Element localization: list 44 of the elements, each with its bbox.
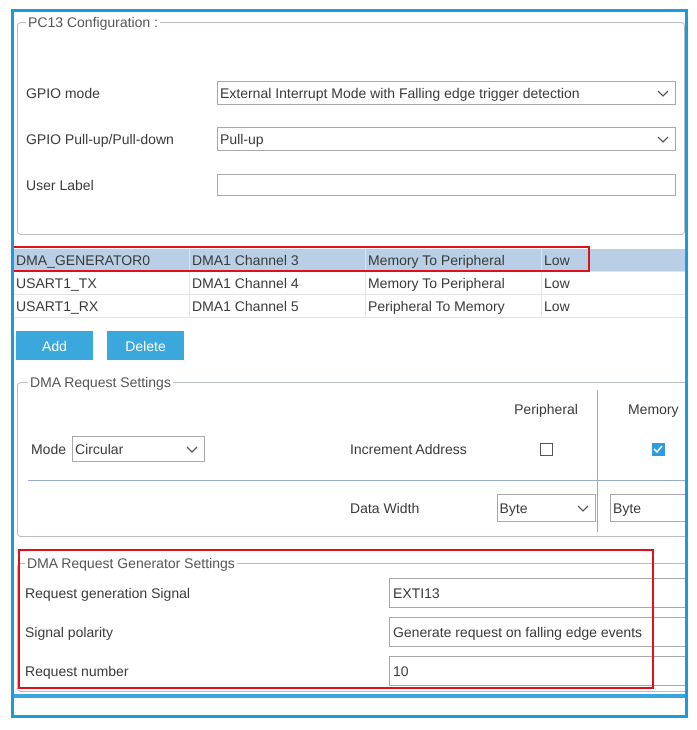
field-label: Request generation Signal — [25, 584, 192, 600]
field-label: Request number — [25, 662, 130, 678]
field-label: Signal polarity — [25, 624, 114, 640]
dropdown[interactable]: Byte — [496, 494, 596, 522]
input-field[interactable]: EXTI13 — [389, 578, 685, 608]
table-row[interactable]: USART1_TX DMA1 Channel 4 Memory To Peripheral Low — [14, 272, 685, 295]
table-cell-text: Low — [543, 297, 571, 316]
table-cell: DMA1 Channel 4 — [190, 272, 366, 294]
dropdown[interactable]: Pull-up — [217, 127, 676, 151]
table-cell: Memory To Peripheral — [366, 272, 542, 294]
panel-title: PC13 Configuration : — [27, 14, 159, 30]
caret-icon — [186, 446, 198, 452]
field-label: GPIO mode — [26, 85, 101, 101]
table-cell-text: Low — [543, 274, 571, 293]
dropdown[interactable]: Circular — [72, 436, 206, 462]
dropdown[interactable]: Byte — [610, 494, 685, 522]
table-row[interactable]: DMA_GENERATOR0 DMA1 Channel 3 Memory To Peripheral Low — [14, 249, 685, 272]
field-label: Data Width — [350, 500, 420, 516]
column-header: Memory — [627, 401, 680, 417]
caret-icon — [657, 136, 669, 142]
input-field[interactable]: Generate request on falling edge events — [389, 616, 685, 646]
caret-icon — [576, 504, 588, 512]
table-cell: USART1_TX — [14, 272, 190, 294]
table-row[interactable]: USART1_RX DMA1 Channel 5 Peripheral To Memory Low — [14, 295, 685, 318]
checkbox[interactable] — [540, 442, 552, 456]
caret-icon — [657, 90, 669, 96]
table-cell: DMA_GENERATOR0 — [14, 249, 190, 271]
table-cell-text: Low — [543, 251, 571, 270]
checkbox[interactable] — [652, 442, 664, 456]
input-field[interactable]: 10 — [389, 656, 685, 686]
input-field[interactable] — [217, 174, 676, 196]
panel-title: DMA Request Generator Settings — [26, 555, 236, 571]
column-header: Peripheral — [513, 401, 579, 417]
table-cell: DMA1 Channel 3 — [190, 249, 366, 271]
table-cell: Peripheral To Memory — [366, 295, 542, 317]
field-label: User Label — [26, 177, 95, 193]
table-cell: DMA1 Channel 5 — [190, 295, 366, 317]
panel-title: DMA Request Settings — [29, 374, 172, 390]
table-cell: USART1_RX — [14, 295, 190, 317]
field-label: Mode — [31, 441, 66, 457]
field-label: Increment Address — [350, 441, 468, 457]
table-cell: Memory To Peripheral — [366, 249, 542, 271]
field-label: GPIO Pull-up/Pull-down — [26, 131, 175, 147]
dropdown[interactable]: External Interrupt Mode with Falling edge trigger detection — [217, 81, 676, 105]
